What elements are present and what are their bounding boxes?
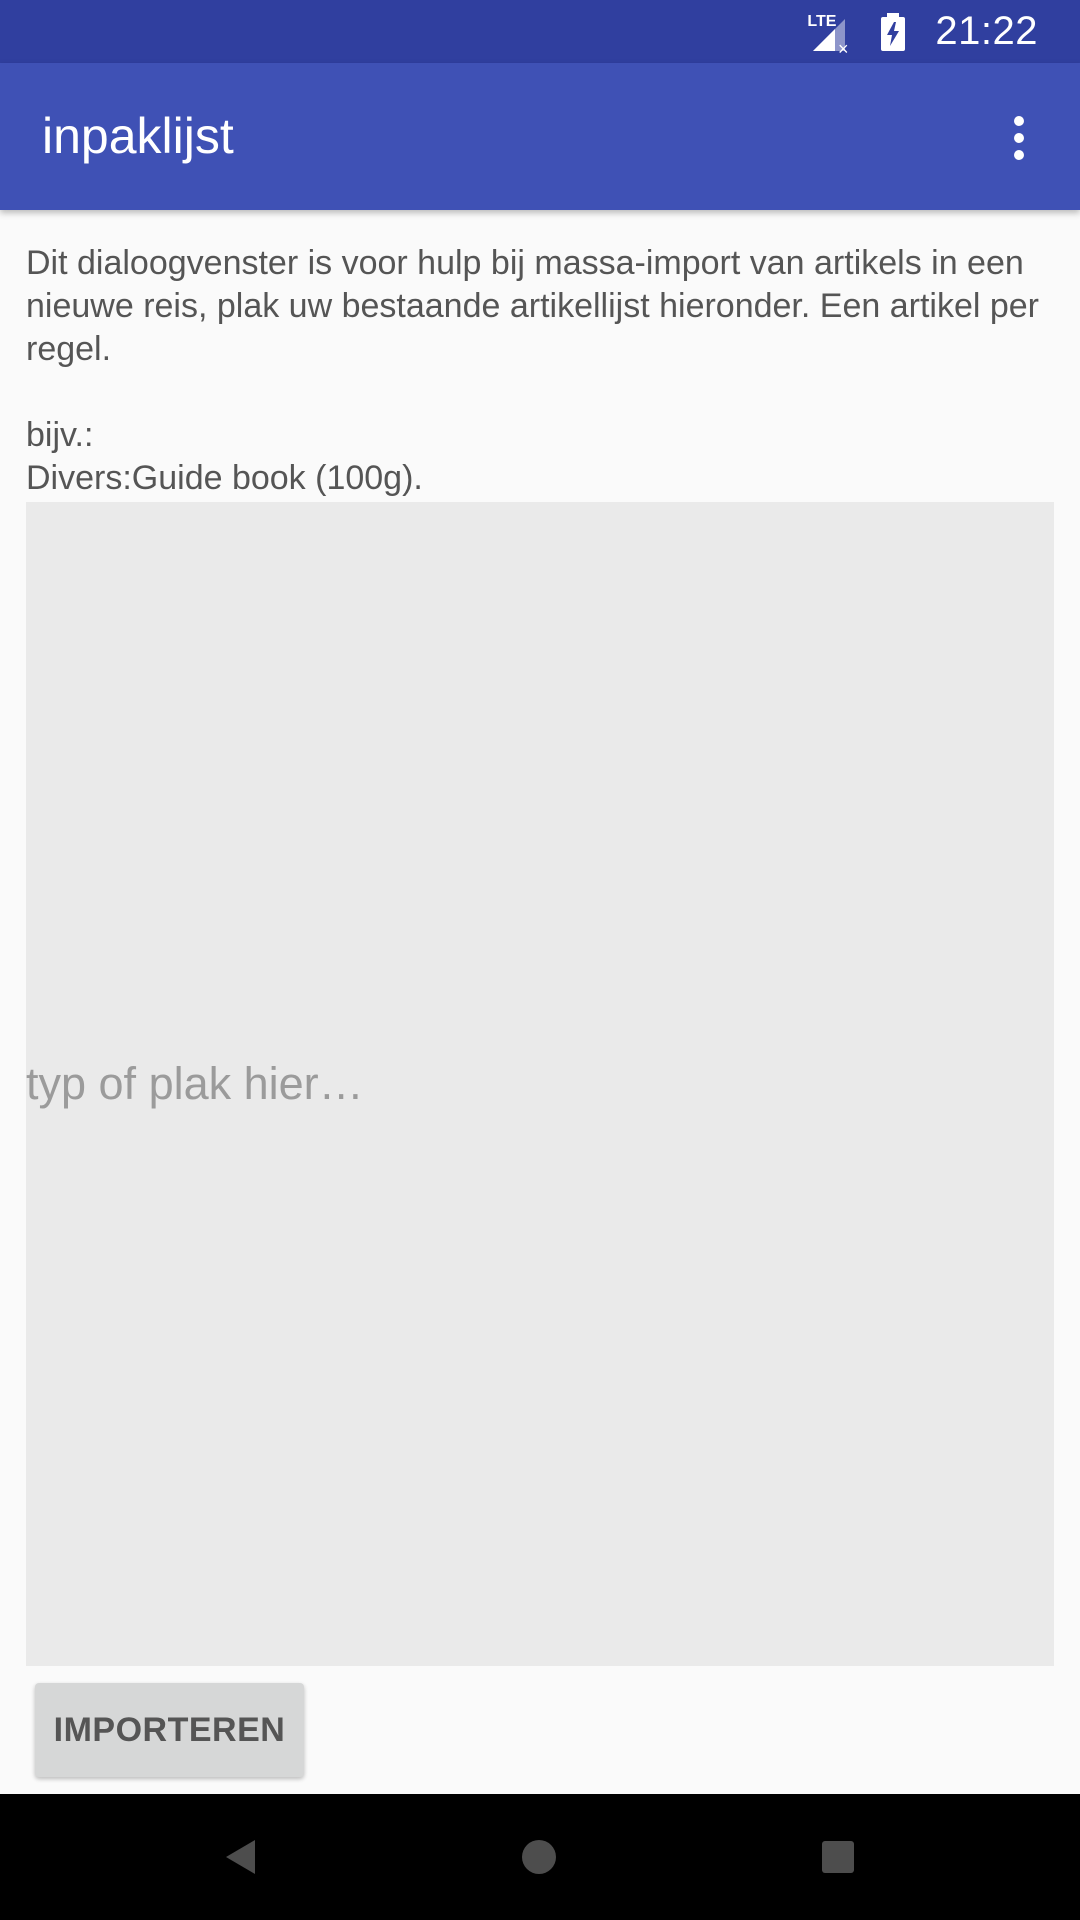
overflow-menu-button[interactable] <box>984 103 1054 173</box>
navigation-bar <box>0 1794 1080 1920</box>
app-title: inpaklijst <box>42 108 234 164</box>
back-icon <box>226 1840 255 1874</box>
battery-charging-icon <box>881 12 906 51</box>
status-bar: LTE × 21:22 <box>0 0 1080 63</box>
import-button[interactable]: IMPORTEREN <box>35 1683 304 1777</box>
signal-icon: LTE × <box>805 7 855 57</box>
recents-icon <box>822 1841 854 1873</box>
example-label: bijv.: <box>26 416 94 454</box>
status-time: 21:22 <box>935 9 1038 53</box>
home-icon <box>522 1840 556 1874</box>
home-button[interactable] <box>506 1824 572 1890</box>
instructions-paragraph: Dit dialoogvenster is voor hulp bij mass… <box>26 244 1039 368</box>
import-placeholder: typ of plak hier… <box>26 1058 364 1109</box>
instructions-text: Dit dialoogvenster is voor hulp bij mass… <box>26 242 1056 500</box>
recents-button[interactable] <box>805 1824 871 1890</box>
svg-text:×: × <box>838 39 849 57</box>
back-button[interactable] <box>207 1824 273 1890</box>
app-bar: inpaklijst <box>0 63 1080 210</box>
overflow-menu-icon <box>1014 116 1024 160</box>
import-text-area[interactable]: typ of plak hier… <box>26 502 1054 1666</box>
example-value: Divers:Guide book (100g). <box>26 459 423 497</box>
